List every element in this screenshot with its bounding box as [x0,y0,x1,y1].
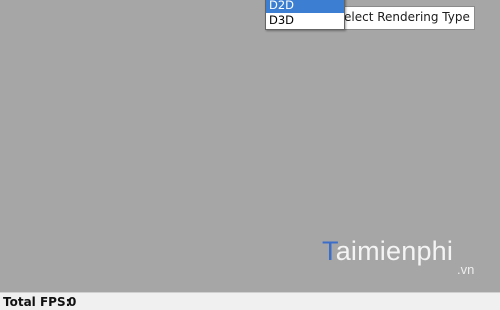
watermark-brand-rest: aimienphi [335,236,454,266]
total-fps-label: Total FPS: [3,295,71,309]
total-fps-value: 0 [68,295,77,309]
watermark-brand-initial: T [322,236,336,266]
status-bar: Total FPS: 0 [0,292,500,310]
watermark-brand-name: Taimienphi [322,236,453,267]
taimienphi-watermark-logo: Taimienphi .vn [322,236,492,282]
dropdown-option-d2d[interactable]: D2D [266,0,344,13]
watermark-brand-suffix: .vn [457,262,475,277]
rendering-type-label: elect Rendering Type [339,6,475,30]
rendering-type-dropdown-list[interactable]: D2D D3D [265,0,345,30]
dropdown-option-d3d[interactable]: D3D [266,13,344,28]
